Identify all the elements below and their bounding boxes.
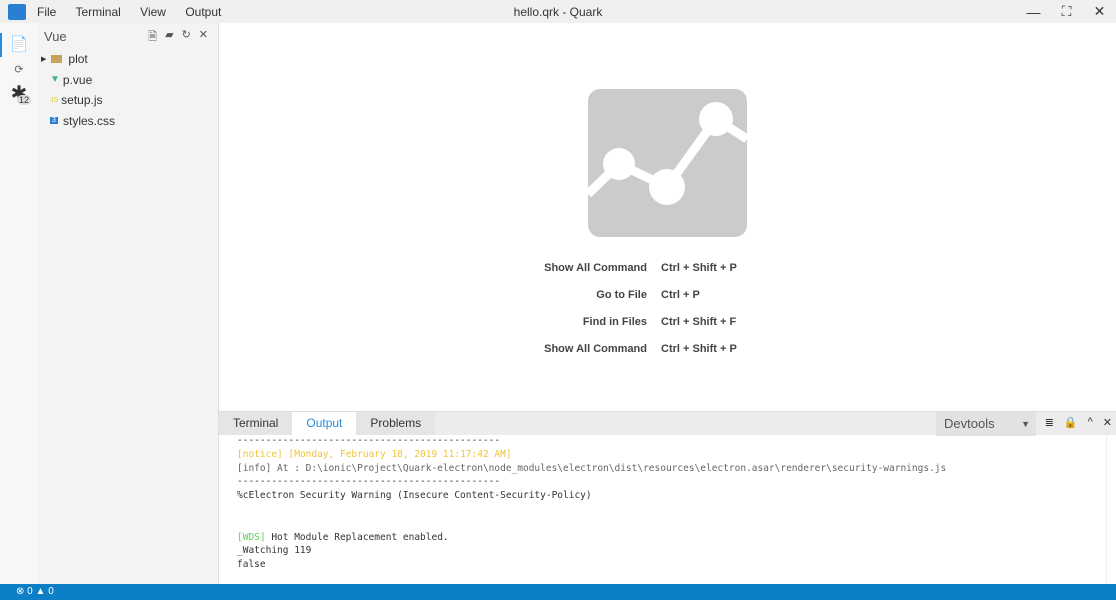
menu-bar: File Terminal View Output	[37, 5, 237, 19]
log-tag: [notice]	[237, 448, 283, 460]
new-folder-icon[interactable]: ▰	[165, 28, 173, 47]
shortcut-label: Find in Files	[582, 316, 647, 328]
menu-view[interactable]: View	[140, 5, 166, 19]
scrollbar[interactable]	[1106, 435, 1116, 584]
output-log: ----------------------------------------…	[219, 435, 1116, 584]
log-line: ----------------------------------------…	[237, 435, 501, 446]
shortcut-keys: Ctrl + P	[661, 289, 700, 301]
log-tag: [WDS]	[237, 531, 266, 543]
log-line: [WDS] Hot Module Replacement enabled.	[237, 532, 1116, 546]
css-icon: 3	[50, 117, 58, 125]
explorer-file-icon[interactable]: 📄	[0, 35, 38, 53]
shortcut-keys: Ctrl + Shift + F	[661, 316, 737, 328]
tree-label: p.vue	[62, 72, 93, 87]
warning-count[interactable]: 0	[48, 586, 54, 597]
chevron-up-icon[interactable]: ^	[1088, 416, 1093, 429]
menu-file[interactable]: File	[37, 5, 56, 19]
minimize-icon[interactable]: —	[1017, 0, 1050, 23]
log-date: [Monday, February 18, 2019 11:17:42 AM]	[288, 448, 512, 460]
tab-problems[interactable]: Problems	[356, 412, 436, 435]
log-line: [info] At : D:\ionic\Project\Quark-elect…	[237, 462, 947, 474]
tree-file-stylescss[interactable]: 3 styles.css	[38, 111, 218, 132]
log-line: ----------------------------------------…	[237, 476, 501, 488]
vue-icon: ▼	[50, 74, 60, 86]
shortcut-row: Find in Files Ctrl + Shift + F	[219, 316, 1116, 328]
folder-icon	[51, 55, 63, 64]
panel-tabs: Terminal Output Problems Devtools ▼ ≣ 🔒 ^…	[219, 411, 1116, 436]
chevron-down-icon: ▼	[1021, 419, 1030, 429]
shortcut-row: Go to File Ctrl + P	[219, 289, 1116, 301]
tree-file-setupjs[interactable]: JS setup.js	[38, 90, 218, 111]
shortcut-row: Show All Command Ctrl + Shift + P	[219, 262, 1116, 274]
status-bar: ⊗ 0 ▲ 0	[0, 584, 1116, 600]
close-icon[interactable]: ✕	[1083, 0, 1116, 23]
log-line: false	[237, 559, 266, 571]
menu-output[interactable]: Output	[185, 5, 221, 19]
lock-icon[interactable]: 🔒	[1064, 416, 1078, 429]
extensions-badge: 12	[17, 95, 32, 105]
refresh-icon[interactable]: ↻	[182, 28, 191, 47]
close-icon[interactable]: ✕	[199, 28, 208, 47]
tree-label: setup.js	[61, 93, 103, 108]
activity-bar: 📄 ⟳ ✱ 12	[0, 23, 38, 584]
sync-icon[interactable]: ⟳	[0, 63, 38, 76]
shortcut-keys: Ctrl + Shift + P	[661, 262, 737, 274]
js-icon: JS	[50, 96, 59, 104]
shortcut-keys: Ctrl + Shift + P	[661, 343, 737, 355]
log-line: [notice] [Monday, February 18, 2019 11:1…	[237, 449, 1116, 463]
clear-output-icon[interactable]: ≣	[1045, 416, 1054, 429]
explorer-sidebar: Vue 🗎 ▰ ↻ ✕ ▶ plot ▼ p.vue JS setup.js 3 sty…	[38, 23, 219, 584]
tree-label: styles.css	[63, 113, 116, 128]
output-channel-select[interactable]: Devtools ▼	[936, 412, 1036, 436]
select-value: Devtools	[944, 416, 995, 431]
log-line: _Watching 119	[237, 545, 312, 557]
log-text: Hot Module Replacement enabled.	[265, 531, 449, 543]
tree-folder-plot[interactable]: ▶ plot	[38, 49, 218, 70]
log-line: %cElectron Security Warning (Insecure Co…	[237, 490, 592, 502]
close-panel-icon[interactable]: ✕	[1103, 416, 1112, 429]
quark-logo-icon	[588, 89, 747, 237]
error-icon[interactable]: ⊗	[16, 586, 24, 597]
tree-file-pvue[interactable]: ▼ p.vue	[38, 70, 218, 91]
maximize-icon[interactable]: ⛶	[1050, 0, 1083, 23]
tab-terminal[interactable]: Terminal	[219, 412, 293, 435]
shortcut-row: Show All Command Ctrl + Shift + P	[219, 343, 1116, 355]
shortcut-label: Show All Command	[544, 262, 647, 274]
shortcut-label: Show All Command	[544, 343, 647, 355]
new-file-icon[interactable]: 🗎	[148, 28, 157, 47]
tab-output[interactable]: Output	[292, 412, 357, 435]
warning-icon[interactable]: ▲	[36, 586, 46, 597]
editor-welcome: Show All Command Ctrl + Shift + P Go to F…	[219, 23, 1116, 410]
tree-label: plot	[68, 52, 88, 67]
error-count[interactable]: 0	[27, 586, 33, 597]
caret-right-icon: ▶	[41, 56, 47, 64]
shortcut-label: Go to File	[596, 289, 647, 301]
title-bar: File Terminal View Output hello.qrk - Qu…	[0, 0, 1116, 23]
menu-terminal[interactable]: Terminal	[75, 5, 120, 19]
app-logo-icon	[8, 3, 26, 20]
